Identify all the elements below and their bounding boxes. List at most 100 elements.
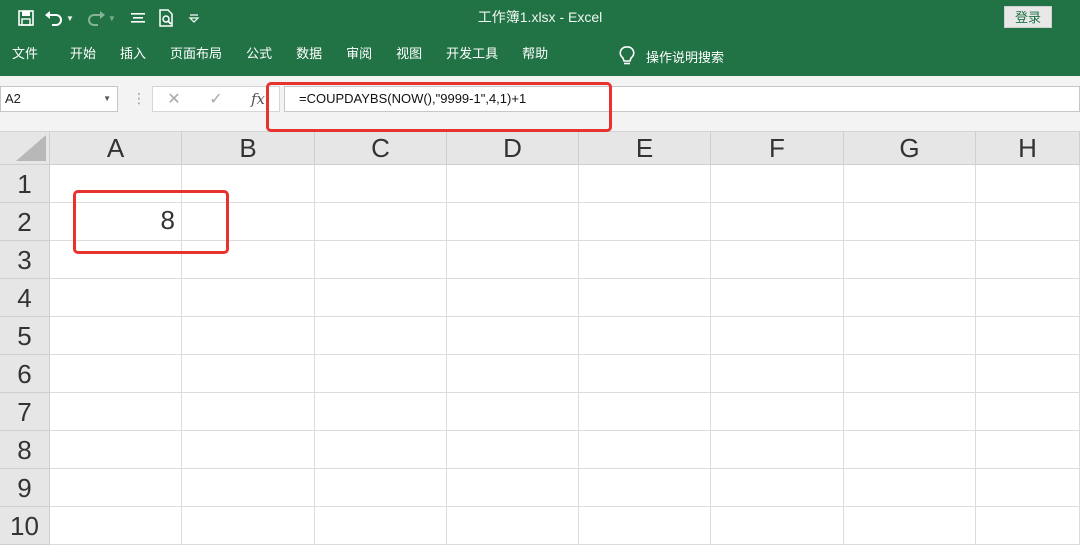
cell-c10[interactable]	[315, 507, 447, 545]
name-box[interactable]: A2 ▼	[0, 86, 118, 112]
cell-g1[interactable]	[844, 165, 976, 203]
cell-d2[interactable]	[447, 203, 579, 241]
cell-h10[interactable]	[976, 507, 1080, 545]
cell-b9[interactable]	[182, 469, 315, 507]
cell-c7[interactable]	[315, 393, 447, 431]
cell-c9[interactable]	[315, 469, 447, 507]
cell-c1[interactable]	[315, 165, 447, 203]
cell-h7[interactable]	[976, 393, 1080, 431]
column-header-e[interactable]: E	[579, 132, 711, 165]
customize-icon[interactable]	[182, 6, 206, 30]
cell-d9[interactable]	[447, 469, 579, 507]
cell-e8[interactable]	[579, 431, 711, 469]
cell-g2[interactable]	[844, 203, 976, 241]
tab-view[interactable]: 视图	[386, 36, 436, 76]
chevron-down-icon[interactable]: ▼	[103, 87, 111, 111]
tab-page-layout[interactable]: 页面布局	[160, 36, 236, 76]
row-header-10[interactable]: 10	[0, 507, 50, 545]
tab-developer[interactable]: 开发工具	[436, 36, 512, 76]
cell-f9[interactable]	[711, 469, 844, 507]
row-header-8[interactable]: 8	[0, 431, 50, 469]
cell-c6[interactable]	[315, 355, 447, 393]
cell-g4[interactable]	[844, 279, 976, 317]
cell-h2[interactable]	[976, 203, 1080, 241]
tab-home[interactable]: 开始	[60, 36, 110, 76]
column-header-a[interactable]: A	[50, 132, 182, 165]
cell-b5[interactable]	[182, 317, 315, 355]
column-header-f[interactable]: F	[711, 132, 844, 165]
cell-e7[interactable]	[579, 393, 711, 431]
undo-icon[interactable]	[42, 6, 66, 30]
cell-d10[interactable]	[447, 507, 579, 545]
select-all-corner[interactable]	[0, 132, 50, 165]
print-preview-icon[interactable]	[154, 6, 178, 30]
cell-c4[interactable]	[315, 279, 447, 317]
cell-h1[interactable]	[976, 165, 1080, 203]
cell-f10[interactable]	[711, 507, 844, 545]
row-header-1[interactable]: 1	[0, 165, 50, 203]
cell-c2[interactable]	[315, 203, 447, 241]
row-header-3[interactable]: 3	[0, 241, 50, 279]
cell-g6[interactable]	[844, 355, 976, 393]
cell-g7[interactable]	[844, 393, 976, 431]
cell-a10[interactable]	[50, 507, 182, 545]
cell-a7[interactable]	[50, 393, 182, 431]
row-header-7[interactable]: 7	[0, 393, 50, 431]
row-header-9[interactable]: 9	[0, 469, 50, 507]
column-header-h[interactable]: H	[976, 132, 1080, 165]
cell-h3[interactable]	[976, 241, 1080, 279]
cell-d4[interactable]	[447, 279, 579, 317]
cell-d5[interactable]	[447, 317, 579, 355]
cell-g5[interactable]	[844, 317, 976, 355]
cell-a9[interactable]	[50, 469, 182, 507]
cell-g10[interactable]	[844, 507, 976, 545]
enter-icon[interactable]: ✓	[195, 87, 237, 111]
cell-b6[interactable]	[182, 355, 315, 393]
cell-e5[interactable]	[579, 317, 711, 355]
cell-f2[interactable]	[711, 203, 844, 241]
undo-dropdown-icon[interactable]: ▼	[66, 14, 74, 23]
column-header-c[interactable]: C	[315, 132, 447, 165]
row-header-6[interactable]: 6	[0, 355, 50, 393]
redo-icon[interactable]	[84, 6, 108, 30]
column-header-g[interactable]: G	[844, 132, 976, 165]
cell-a5[interactable]	[50, 317, 182, 355]
tell-me-search[interactable]: 操作说明搜索	[618, 36, 724, 76]
cell-b7[interactable]	[182, 393, 315, 431]
tab-insert[interactable]: 插入	[110, 36, 160, 76]
cell-e3[interactable]	[579, 241, 711, 279]
cell-a4[interactable]	[50, 279, 182, 317]
cell-e2[interactable]	[579, 203, 711, 241]
cell-b10[interactable]	[182, 507, 315, 545]
column-header-d[interactable]: D	[447, 132, 579, 165]
cell-f4[interactable]	[711, 279, 844, 317]
cell-e10[interactable]	[579, 507, 711, 545]
cell-e6[interactable]	[579, 355, 711, 393]
cell-h5[interactable]	[976, 317, 1080, 355]
cell-f7[interactable]	[711, 393, 844, 431]
cell-f6[interactable]	[711, 355, 844, 393]
row-header-2[interactable]: 2	[0, 203, 50, 241]
save-icon[interactable]	[14, 6, 38, 30]
redo-dropdown-icon[interactable]: ▼	[108, 14, 116, 23]
cell-b8[interactable]	[182, 431, 315, 469]
cell-e1[interactable]	[579, 165, 711, 203]
cancel-icon[interactable]: ✕	[153, 87, 195, 111]
row-header-5[interactable]: 5	[0, 317, 50, 355]
cell-f3[interactable]	[711, 241, 844, 279]
tab-formulas[interactable]: 公式	[236, 36, 286, 76]
row-header-4[interactable]: 4	[0, 279, 50, 317]
cell-g8[interactable]	[844, 431, 976, 469]
tab-file[interactable]: 文件	[0, 36, 60, 76]
cell-g3[interactable]	[844, 241, 976, 279]
cell-a6[interactable]	[50, 355, 182, 393]
cell-f1[interactable]	[711, 165, 844, 203]
cell-e4[interactable]	[579, 279, 711, 317]
cell-d6[interactable]	[447, 355, 579, 393]
cell-a8[interactable]	[50, 431, 182, 469]
cell-e9[interactable]	[579, 469, 711, 507]
cell-f8[interactable]	[711, 431, 844, 469]
login-button[interactable]: 登录	[1004, 6, 1052, 28]
tab-data[interactable]: 数据	[286, 36, 336, 76]
cell-d1[interactable]	[447, 165, 579, 203]
